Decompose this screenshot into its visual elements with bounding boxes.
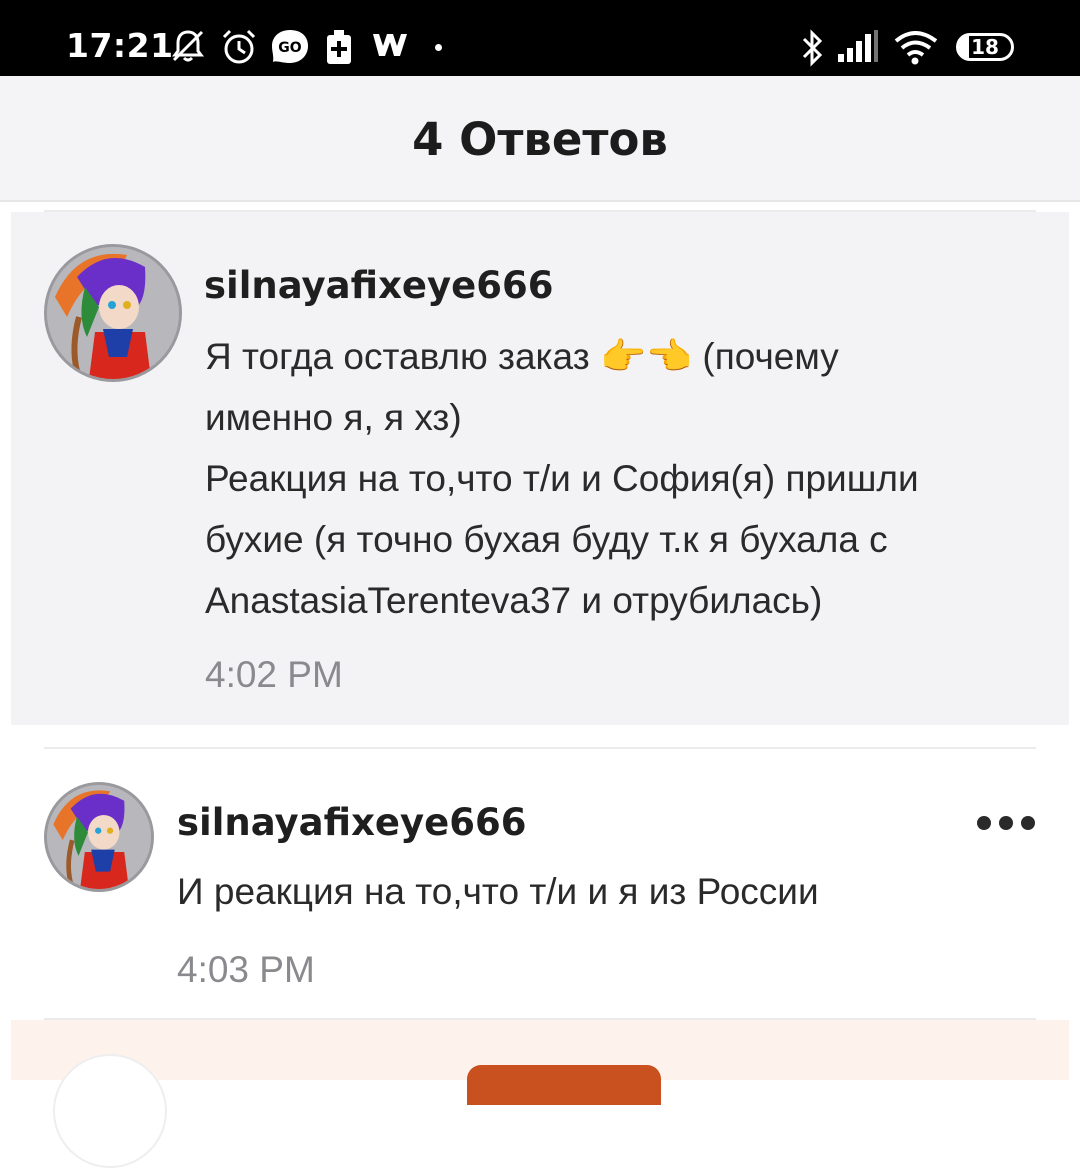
comment-item: silnayafixeye666 Я тогда оставлю заказ 👉… — [11, 212, 1069, 725]
comment-line: именно я, я хз) — [205, 397, 462, 438]
battery-icon: 18 — [956, 33, 1014, 61]
comment-line: бухие (я точно бухая буду т.к я бухала с — [205, 519, 888, 560]
avatar[interactable] — [44, 244, 182, 382]
page-title: 4 Ответов — [412, 113, 668, 166]
bluetooth-icon — [802, 29, 823, 67]
wattpad-icon — [373, 34, 407, 56]
status-bar: 17:21 GO 18 — [0, 0, 1080, 76]
avatar[interactable] — [44, 782, 154, 892]
comment-line: Я тогда оставлю заказ 👉👈 (почему — [205, 336, 839, 377]
signal-icon — [838, 30, 878, 62]
comment-body: И реакция на то,что т/и и я из России — [177, 861, 819, 922]
comment-line: И реакция на то,что т/и и я из России — [177, 871, 819, 912]
bell-off-icon — [172, 30, 204, 62]
svg-text:GO: GO — [278, 40, 301, 56]
comment-body: Я тогда оставлю заказ 👉👈 (почему именно … — [205, 326, 919, 631]
battery-saver-icon — [327, 30, 351, 64]
alarm-icon — [222, 29, 256, 64]
comment-timestamp: 4:03 PM — [177, 949, 315, 990]
comment-line: AnastasiaTerenteva37 и отрубилась) — [205, 580, 823, 621]
notification-dot — [435, 44, 442, 51]
go-app-icon: GO — [272, 30, 308, 63]
comment-line: Реакция на то,что т/и и София(я) пришли — [205, 458, 919, 499]
action-button[interactable] — [467, 1065, 661, 1105]
replies-header: 4 Ответов — [0, 76, 1080, 202]
wifi-icon — [894, 31, 938, 65]
comment-timestamp: 4:02 PM — [205, 654, 343, 695]
comment-username[interactable]: silnayafixeye666 — [177, 801, 526, 844]
avatar[interactable] — [53, 1054, 167, 1168]
battery-level: 18 — [971, 35, 999, 59]
comment-item-partial — [11, 1020, 1069, 1168]
more-options-icon[interactable] — [977, 816, 1035, 830]
status-time: 17:21 — [66, 26, 174, 65]
comment-item: silnayafixeye666 И реакция на то,что т/и… — [11, 749, 1069, 1019]
comment-username[interactable]: silnayafixeye666 — [204, 264, 553, 307]
